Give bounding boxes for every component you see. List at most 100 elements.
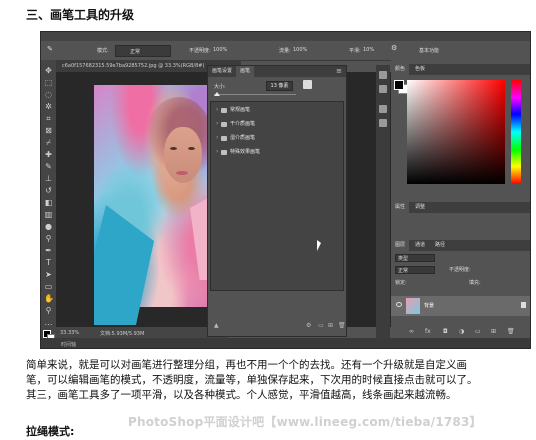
color-picker-field[interactable] — [407, 80, 505, 184]
mode-select[interactable]: 正常 — [115, 45, 171, 57]
history-icon[interactable] — [379, 71, 387, 79]
smoothing-value[interactable]: 10% — [363, 47, 374, 53]
document-size: 文档:5.93M/5.93M — [100, 331, 145, 337]
folder-icon — [221, 108, 227, 113]
eraser-tool-icon[interactable]: ◧ — [44, 198, 53, 207]
photo-eye — [188, 147, 195, 150]
folder-icon — [221, 122, 227, 127]
hue-slider[interactable] — [511, 80, 521, 184]
tab-layers[interactable]: 图层 — [391, 240, 410, 251]
layer-row[interactable]: 背景 — [391, 296, 530, 316]
dodge-tool-icon[interactable]: ⚲ — [44, 234, 53, 243]
tab-paths[interactable]: 路径 — [431, 240, 449, 251]
more-tools-icon[interactable]: … — [44, 318, 53, 327]
brush-size-slider[interactable] — [214, 92, 296, 96]
status-bar: 33.33% 文档:5.93M/5.93M — [56, 327, 228, 338]
visibility-eye-icon[interactable] — [396, 302, 402, 307]
layer-filter-select[interactable]: 类型 — [395, 254, 435, 262]
tab-channels[interactable]: 通道 — [411, 240, 429, 251]
tab-brush-settings[interactable]: 画笔设置 — [208, 66, 236, 77]
brush-group-item[interactable]: › 特殊效果画笔 — [211, 146, 343, 158]
mode-value: 正常 — [130, 49, 141, 55]
flow-label: 流量: — [279, 48, 291, 54]
tab-swatches[interactable]: 色板 — [411, 64, 429, 75]
chevron-right-icon: › — [216, 120, 219, 127]
brush-group-item[interactable]: › 干介质画笔 — [211, 118, 343, 130]
tab-color[interactable]: 颜色 — [391, 64, 410, 75]
eyedropper-tool-icon[interactable]: ⌿ — [44, 138, 53, 147]
mask-icon[interactable]: ◘ — [443, 328, 448, 335]
flow-value[interactable]: 100% — [293, 47, 307, 53]
trash-icon[interactable]: 🗑 — [338, 322, 346, 329]
brush-size-preview-icon[interactable]: ▲ — [214, 322, 219, 329]
tab-adjustments[interactable]: 调整 — [411, 202, 429, 213]
paragraph-line: 其三，画笔工具多了一项平滑，以及各种模式。个人感觉，平滑值越高，线条画起来越流畅… — [26, 389, 457, 401]
brush-size-field[interactable]: 13 像素 — [266, 81, 293, 91]
brush-icon[interactable] — [379, 119, 387, 127]
hand-tool-icon[interactable]: ✋ — [44, 294, 54, 303]
brush-group-item[interactable]: › 常规画笔 — [211, 104, 343, 116]
type-tool-icon[interactable]: T — [44, 258, 53, 267]
description-paragraph: 简单来说，就是可以对画笔进行整理分组，再也不用一个个的去找。还有一个升级就是自定… — [26, 358, 532, 403]
panel-menu-icon[interactable]: ≡ — [336, 66, 342, 76]
brush-panel-tabs: 画笔设置 画笔 ≡ — [208, 66, 346, 77]
right-panel: 颜色 色板 属性 调整 图层 通道 路径 类型 正常 不透明度: 锁定: 填充: — [391, 60, 530, 338]
brush-settings-icon[interactable] — [379, 105, 387, 113]
document-tab-title: c6a0f157682315.59e7ba9285752.jpg @ 33.3%… — [62, 63, 205, 69]
timeline-bar[interactable]: 时间轴 — [41, 338, 530, 348]
brush-group-label: 常规画笔 — [230, 107, 251, 113]
zoom-tool-icon[interactable]: ⚲ — [44, 306, 53, 315]
stamp-tool-icon[interactable]: ⊥ — [44, 174, 53, 183]
shape-tool-icon[interactable]: ▭ — [44, 282, 53, 291]
tab-brush[interactable]: 画笔 — [236, 66, 255, 77]
trash-icon[interactable]: 🗑 — [507, 328, 515, 335]
layer-opacity-label: 不透明度: — [449, 267, 471, 273]
quick-select-tool-icon[interactable]: ✲ — [44, 102, 53, 111]
ps-menu-bar — [41, 32, 530, 41]
brush-panel-footer: ▲ ⚙ ▭ ⊞ 🗑 — [210, 321, 346, 333]
workspace-label[interactable]: 基本功能 — [419, 47, 439, 54]
chevron-right-icon: › — [216, 134, 219, 141]
opacity-value[interactable]: 100% — [213, 47, 227, 53]
lasso-tool-icon[interactable]: ◌ — [44, 90, 53, 99]
actions-icon[interactable] — [379, 85, 387, 93]
path-select-tool-icon[interactable]: ➤ — [44, 270, 53, 279]
history-brush-tool-icon[interactable]: ↺ — [44, 186, 53, 195]
ps-options-bar: ✎ 模式: 正常 不透明度: 100% 流量: 100% 平滑: 10% ⚙ 基… — [41, 41, 530, 61]
ps-toolbar: ✥ ⬚ ◌ ✲ ⌗ ⊠ ⌿ ✚ ✎ ⊥ ↺ ◧ ▥ ● ⚲ ✒ T ➤ ▭ ✋ … — [41, 60, 57, 345]
brush-tool-icon[interactable]: ✎ — [44, 162, 53, 171]
link-icon[interactable]: ∞ — [409, 328, 414, 335]
new-brush-icon[interactable]: ⊞ — [328, 322, 333, 329]
mode-label: 模式: — [97, 48, 109, 54]
photo-eye — [170, 147, 177, 150]
adjustment-icon[interactable]: ◑ — [459, 328, 464, 335]
zoom-level[interactable]: 33.33% — [60, 330, 79, 336]
move-tool-icon[interactable]: ✥ — [44, 66, 53, 75]
mouse-cursor-icon — [317, 240, 321, 251]
healing-tool-icon[interactable]: ✚ — [44, 150, 53, 159]
photoshop-screenshot: ✎ 模式: 正常 不透明度: 100% 流量: 100% 平滑: 10% ⚙ 基… — [40, 31, 531, 349]
blur-tool-icon[interactable]: ● — [44, 222, 53, 231]
layers-footer: ∞ fx ◘ ◑ ▭ ⊞ 🗑 — [391, 328, 530, 338]
new-layer-icon[interactable]: ⊞ — [491, 328, 496, 335]
brush-tool-icon[interactable]: ✎ — [47, 45, 53, 53]
foreground-color-swatch[interactable] — [394, 80, 404, 90]
fx-icon[interactable]: fx — [425, 328, 431, 335]
brush-size-slider-handle[interactable] — [214, 92, 220, 96]
brush-preset-icon[interactable] — [303, 80, 312, 89]
brush-group-item[interactable]: › 湿介质画笔 — [211, 132, 343, 144]
blend-mode-select[interactable]: 正常 — [395, 266, 435, 274]
brush-settings-icon[interactable]: ⚙ — [306, 322, 311, 329]
marquee-tool-icon[interactable]: ⬚ — [44, 78, 53, 87]
pen-tool-icon[interactable]: ✒ — [44, 246, 53, 255]
new-group-icon[interactable]: ▭ — [318, 322, 324, 329]
brush-group-list: › 常规画笔 › 干介质画笔 › 湿介质画笔 › 特殊效果画笔 — [210, 101, 344, 291]
group-folder-icon[interactable]: ▭ — [475, 328, 481, 335]
frame-tool-icon[interactable]: ⊠ — [44, 126, 53, 135]
gradient-tool-icon[interactable]: ▥ — [44, 210, 53, 219]
lock-icon — [521, 302, 526, 308]
sub-heading: 拉绳模式: — [26, 425, 75, 438]
tab-properties[interactable]: 属性 — [391, 202, 410, 213]
crop-tool-icon[interactable]: ⌗ — [44, 114, 53, 123]
gear-icon[interactable]: ⚙ — [391, 44, 397, 52]
